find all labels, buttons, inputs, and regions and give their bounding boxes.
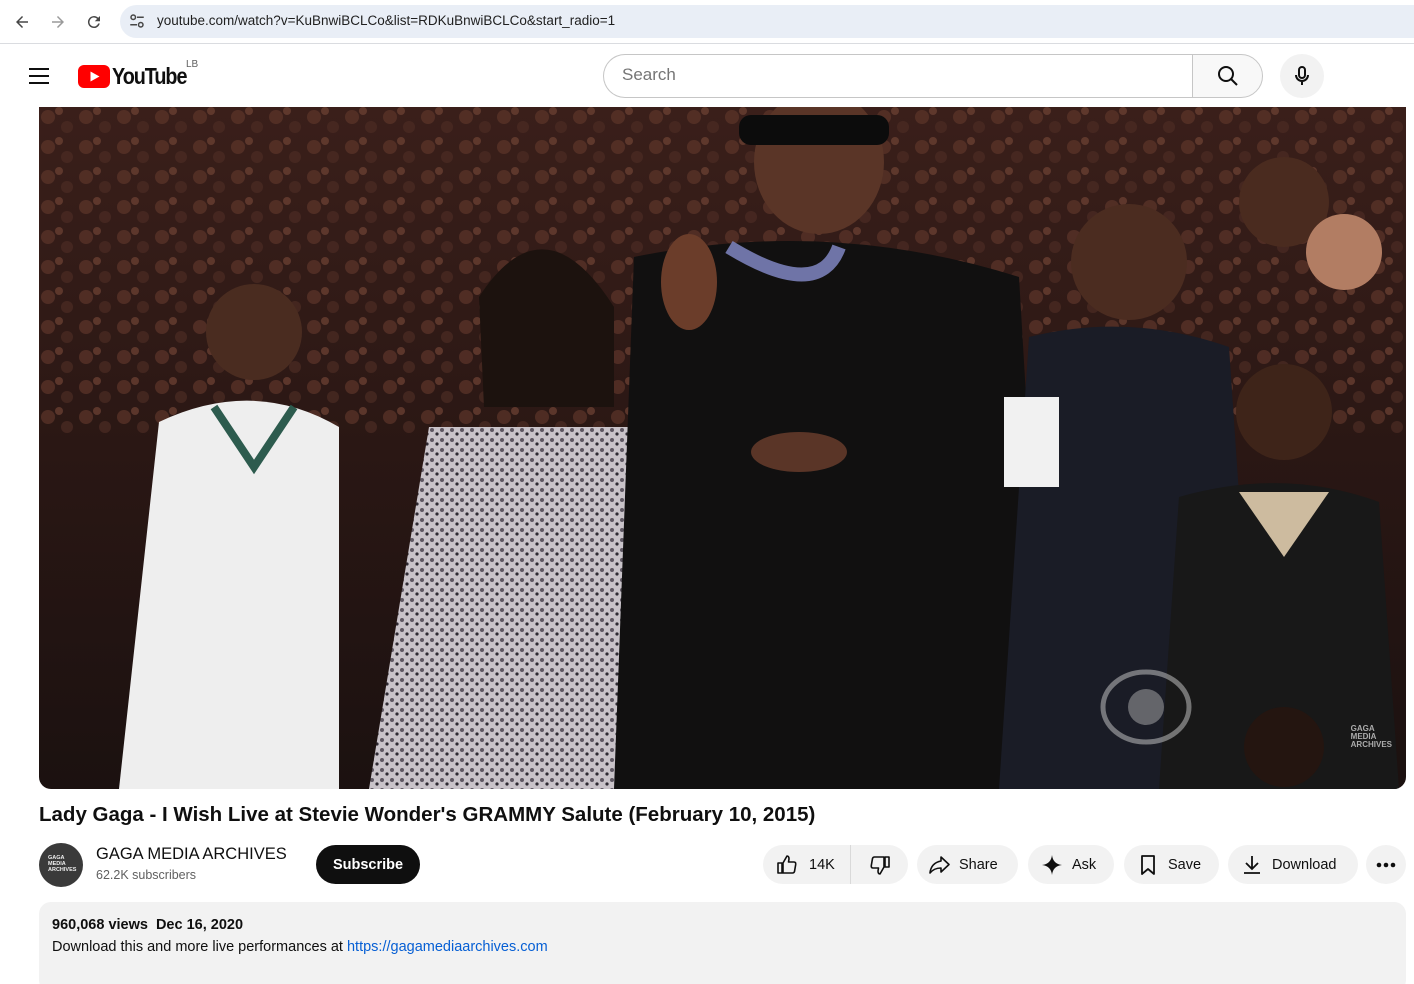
watermark-line: ARCHIVES (1350, 740, 1392, 749)
upload-date: Dec 16, 2020 (155, 917, 244, 933)
search-box[interactable] (603, 54, 1193, 98)
subscriber-count: 62.2K subscribers (96, 868, 197, 882)
download-button[interactable]: Download (1228, 845, 1358, 884)
youtube-logo[interactable]: YouTube (78, 62, 199, 90)
ask-button[interactable]: Ask (1028, 845, 1114, 884)
video-title: Lady Gaga - I Wish Live at Stevie Wonder… (39, 803, 816, 826)
bookmark-icon (1141, 854, 1155, 875)
dislike-button[interactable] (850, 845, 908, 884)
address-bar[interactable]: youtube.com/watch?v=KuBnwiBCLCo&list=RDK… (120, 5, 1414, 38)
like-button[interactable]: 14K (763, 845, 835, 884)
back-button[interactable] (8, 8, 36, 36)
logo-wordmark: YouTube (112, 62, 187, 89)
reload-button[interactable] (80, 8, 108, 36)
description-link[interactable]: https://gagamediaarchives.com (347, 939, 548, 955)
sparkle-icon (1042, 854, 1062, 875)
like-count: 14K (809, 856, 835, 873)
voice-search-button[interactable] (1280, 54, 1324, 98)
youtube-masthead: YouTube LB (0, 44, 1414, 108)
description-meta: 960,068 views Dec 16, 2020 (52, 917, 243, 933)
back-arrow-icon (16, 16, 28, 28)
site-info-icon[interactable] (128, 12, 146, 30)
search-button[interactable] (1192, 54, 1263, 98)
description-box[interactable]: 960,068 views Dec 16, 2020 Download this … (39, 902, 1406, 984)
more-actions-button[interactable] (1366, 845, 1406, 884)
guide-menu-button[interactable] (21, 58, 57, 94)
thumbs-down-icon (869, 855, 890, 875)
save-button[interactable]: Save (1124, 845, 1219, 884)
forward-button[interactable] (44, 8, 72, 36)
search-icon (1217, 66, 1238, 86)
channel-avatar[interactable]: GAGA MEDIA ARCHIVES (39, 843, 83, 887)
hamburger-menu-icon (29, 68, 49, 84)
share-label: Share (959, 856, 998, 873)
browser-toolbar: youtube.com/watch?v=KuBnwiBCLCo&list=RDK… (0, 0, 1414, 44)
description-text: Download this and more live performances… (52, 939, 548, 955)
share-button[interactable]: Share (917, 845, 1018, 884)
reload-icon (87, 16, 100, 29)
url-text[interactable]: youtube.com/watch?v=KuBnwiBCLCo&list=RDK… (157, 13, 615, 28)
channel-name[interactable]: GAGA MEDIA ARCHIVES (96, 845, 287, 864)
ask-label: Ask (1072, 856, 1097, 873)
video-frame (39, 107, 1406, 789)
search-input[interactable] (622, 65, 1162, 85)
video-watermark: GAGA MEDIA ARCHIVES (1351, 725, 1392, 749)
subscribe-button[interactable]: Subscribe (316, 845, 420, 884)
microphone-icon (1295, 66, 1309, 85)
description-body: Download this and more live performances… (52, 939, 347, 955)
avatar-text: GAGA MEDIA ARCHIVES (48, 855, 77, 873)
more-dots-icon (1376, 862, 1396, 867)
like-dislike-group: 14K (763, 845, 908, 884)
download-icon (1244, 855, 1260, 874)
thumbs-up-icon (777, 854, 797, 874)
save-label: Save (1168, 856, 1202, 873)
region-code: LB (186, 59, 199, 70)
download-label: Download (1272, 856, 1337, 873)
view-count: 960,068 views (52, 917, 148, 933)
video-player[interactable]: GAGA MEDIA ARCHIVES (39, 107, 1406, 789)
youtube-play-icon (78, 64, 110, 88)
forward-arrow-icon (52, 16, 64, 28)
share-arrow-icon (929, 855, 950, 874)
